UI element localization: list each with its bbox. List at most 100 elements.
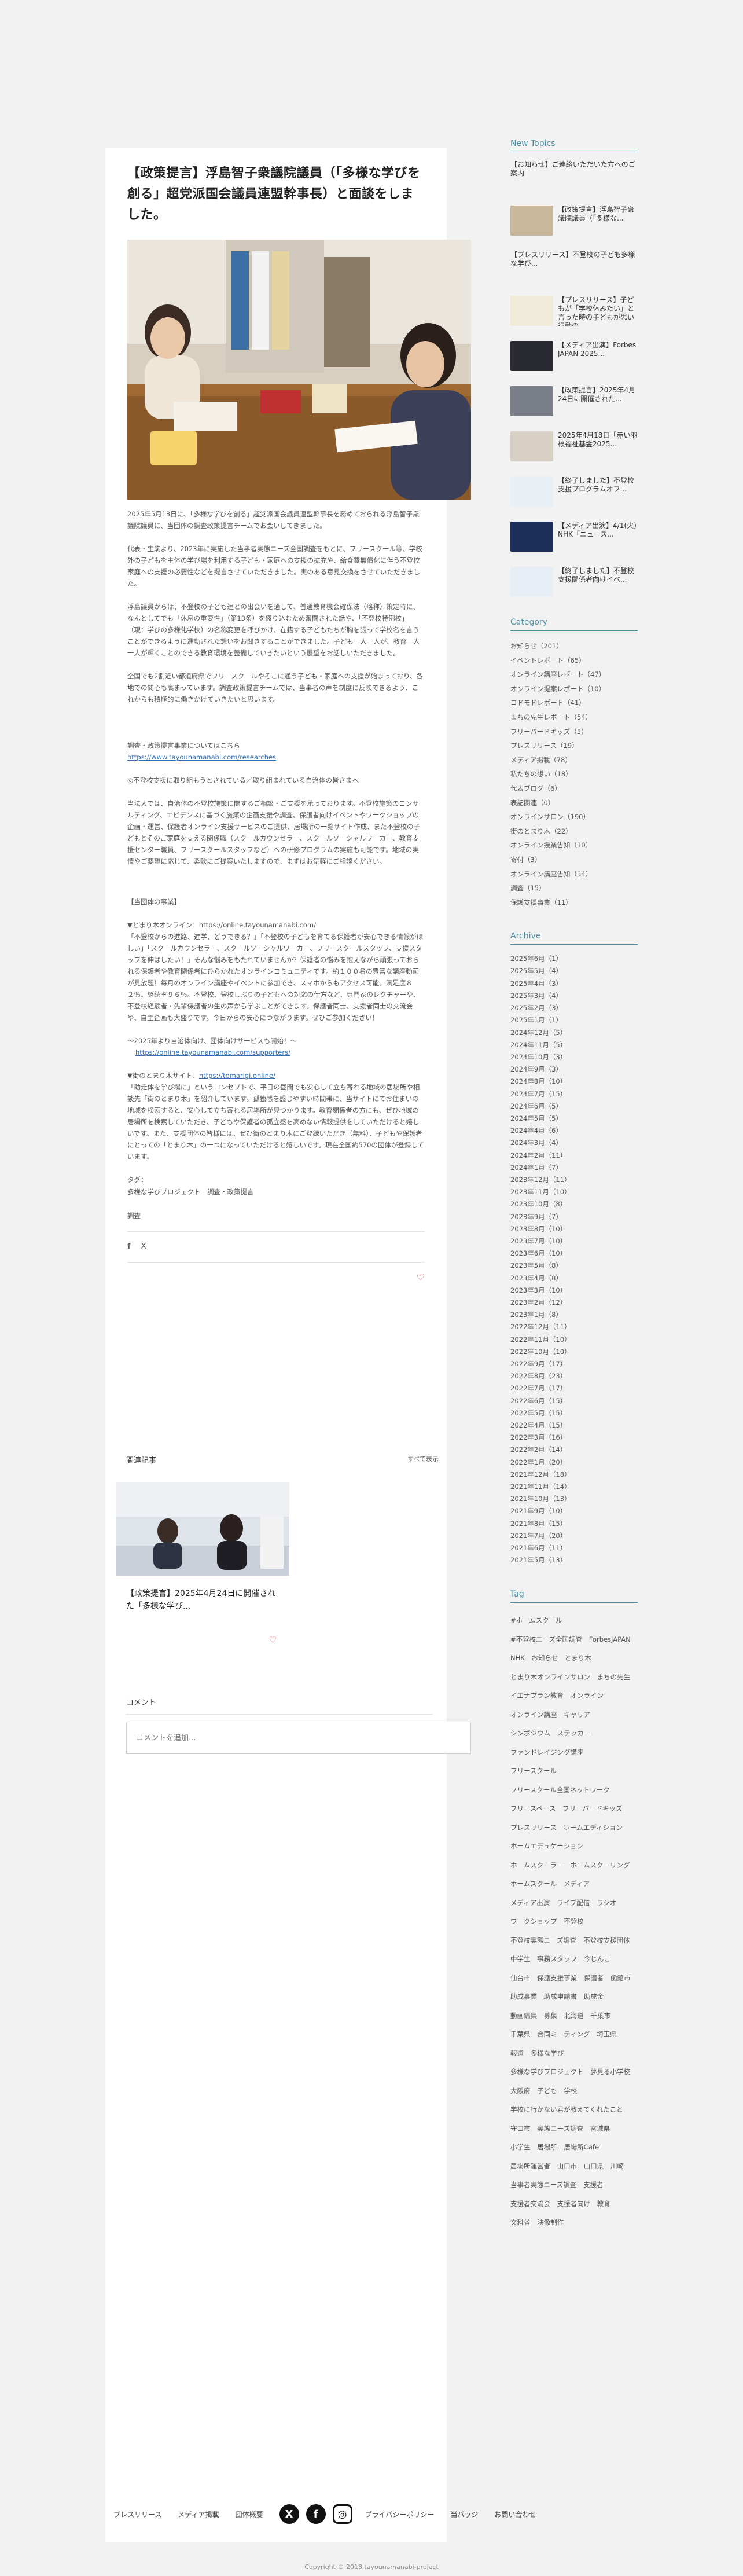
- category-item[interactable]: オンライン講座レポート（47）: [510, 667, 638, 682]
- news-item[interactable]: 【終了しました】不登校支援プログラムオフ...: [510, 476, 638, 509]
- category-item[interactable]: メディア掲載（78）: [510, 753, 638, 768]
- tag-item[interactable]: 不登校実態ニーズ調査: [510, 1936, 576, 1944]
- category-item[interactable]: オンラインサロン（190）: [510, 810, 638, 824]
- archive-item[interactable]: 2021年12月（18）: [510, 1469, 638, 1481]
- tag-item[interactable]: 合同ミーティング: [537, 2030, 590, 2038]
- footer-badge-link[interactable]: 当バッジ: [450, 2509, 478, 2519]
- archive-item[interactable]: 2022年11月（10）: [510, 1334, 638, 1346]
- archive-item[interactable]: 2021年5月（13）: [510, 1554, 638, 1566]
- tag-item[interactable]: NHK: [510, 1654, 525, 1662]
- tag-item[interactable]: とまり木オンラインサロン: [510, 1673, 590, 1681]
- footer-link-media[interactable]: メディア掲載: [178, 2509, 219, 2519]
- tag-item[interactable]: プレスリリース: [510, 1823, 557, 1832]
- tag-item[interactable]: 山口県: [584, 2162, 604, 2170]
- tag-item[interactable]: 函館市: [610, 1974, 631, 1982]
- category-item[interactable]: イベントレポート（65）: [510, 654, 638, 668]
- tag-item[interactable]: フリーバードキッズ: [562, 1804, 622, 1812]
- tag-item[interactable]: メディア: [564, 1880, 590, 1888]
- archive-item[interactable]: 2023年2月（12）: [510, 1297, 638, 1309]
- news-item[interactable]: 2025年4月18日「赤い羽根福祉基金2025...: [510, 431, 638, 464]
- footer-privacy-link[interactable]: プライバシーポリシー: [365, 2509, 435, 2519]
- archive-item[interactable]: 2022年3月（16）: [510, 1432, 638, 1444]
- category-item[interactable]: 代表ブログ（6）: [510, 781, 638, 796]
- x-icon[interactable]: X: [279, 2504, 299, 2524]
- archive-item[interactable]: 2023年10月（8）: [510, 1198, 638, 1210]
- archive-item[interactable]: 2024年12月（5）: [510, 1027, 638, 1039]
- category-item[interactable]: 寄付（3）: [510, 853, 638, 867]
- category-item[interactable]: プレスリリース（19）: [510, 739, 638, 753]
- archive-item[interactable]: 2023年8月（10）: [510, 1223, 638, 1235]
- tag-item[interactable]: フリースクール: [510, 1767, 557, 1775]
- tag-item[interactable]: 山口市: [557, 2162, 578, 2170]
- tag-item[interactable]: フリースクール全国ネットワーク: [510, 1786, 610, 1794]
- category-item[interactable]: オンライン講座告知（34）: [510, 867, 638, 882]
- archive-item[interactable]: 2022年10月（10）: [510, 1346, 638, 1358]
- archive-item[interactable]: 2023年3月（10）: [510, 1285, 638, 1297]
- tag-item[interactable]: 助成申請書: [544, 1992, 578, 2001]
- tag-item[interactable]: 支援者交流会: [510, 2200, 550, 2208]
- news-item[interactable]: 【終了しました】不登校支援関係者向けイベ...: [510, 567, 638, 599]
- tag-item[interactable]: ホームスクーラー: [510, 1861, 564, 1869]
- footer-contact-link[interactable]: お問い合わせ: [494, 2509, 536, 2519]
- tag-item[interactable]: ホームエデュケーション: [510, 1842, 583, 1850]
- archive-item[interactable]: 2024年6月（5）: [510, 1100, 638, 1113]
- tag-item[interactable]: 埼玉県: [597, 2030, 617, 2038]
- service1-supporters-link[interactable]: https://online.tayounamanabi.com/support…: [135, 1048, 290, 1056]
- post-category[interactable]: 調査: [127, 1212, 141, 1220]
- archive-item[interactable]: 2021年9月（10）: [510, 1505, 638, 1517]
- tag-item[interactable]: 今じんこ: [584, 1955, 610, 1963]
- tag-item[interactable]: キャリア: [564, 1711, 590, 1719]
- tag-item[interactable]: お知らせ: [531, 1654, 558, 1662]
- service2-link[interactable]: https://tomarigi.online/: [199, 1072, 275, 1080]
- tag-item[interactable]: まちの先生: [597, 1673, 631, 1681]
- facebook-share-icon[interactable]: f: [127, 1241, 131, 1253]
- archive-item[interactable]: 2024年9月（3）: [510, 1063, 638, 1076]
- category-item[interactable]: 私たちの想い（18）: [510, 767, 638, 781]
- tag-item[interactable]: 不登校支援団体: [583, 1936, 630, 1944]
- archive-item[interactable]: 2025年1月（1）: [510, 1014, 638, 1026]
- tag-item[interactable]: オンライン講座: [510, 1711, 557, 1719]
- news-item[interactable]: 【政策提言】浮島智子衆議院議員（「多様な...: [510, 206, 638, 238]
- archive-item[interactable]: 2023年9月（7）: [510, 1211, 638, 1223]
- tag-item[interactable]: ワークショップ: [510, 1917, 557, 1925]
- tag-item[interactable]: シンポジウム: [510, 1729, 550, 1737]
- archive-item[interactable]: 2024年7月（15）: [510, 1088, 638, 1100]
- category-item[interactable]: フリーバードキッズ（5）: [510, 725, 638, 739]
- archive-item[interactable]: 2025年2月（3）: [510, 1002, 638, 1014]
- archive-item[interactable]: 2023年12月（11）: [510, 1174, 638, 1186]
- related-like-icon[interactable]: ♡: [269, 1635, 277, 1645]
- category-item[interactable]: 街のとまり木（22）: [510, 824, 638, 839]
- tag-item[interactable]: 不登校: [564, 1917, 584, 1925]
- archive-item[interactable]: 2022年1月（20）: [510, 1456, 638, 1469]
- tag-item[interactable]: 動画編集: [510, 2012, 537, 2020]
- tag-item[interactable]: 当事者実態ニーズ調査: [510, 2181, 576, 2189]
- tag-item[interactable]: 千葉市: [590, 2012, 610, 2020]
- tag-item[interactable]: #ホームスクール: [510, 1616, 562, 1624]
- tag-item[interactable]: 報道: [510, 2049, 524, 2057]
- news-item[interactable]: 【プレスリリース】不登校の子ども多様な学び...: [510, 251, 638, 283]
- archive-item[interactable]: 2023年1月（8）: [510, 1309, 638, 1321]
- category-item[interactable]: まちの先生レポート（54）: [510, 710, 638, 725]
- archive-item[interactable]: 2025年5月（4）: [510, 965, 638, 977]
- tag-item[interactable]: フリースペース: [510, 1804, 556, 1812]
- tag-item[interactable]: 小学生: [510, 2143, 531, 2151]
- tag-item[interactable]: 仙台市: [510, 1974, 531, 1982]
- news-item[interactable]: 【政策提言】2025年4月24日に開催された...: [510, 386, 638, 419]
- tag-item[interactable]: 学校: [564, 2087, 577, 2095]
- news-item[interactable]: 【プレスリリース】子どもが「学校休みたい」と言った時の子どもが思い行動の...: [510, 296, 638, 328]
- x-share-icon[interactable]: X: [141, 1241, 146, 1253]
- archive-item[interactable]: 2023年4月（8）: [510, 1272, 638, 1285]
- tag-item[interactable]: 大阪府: [510, 2087, 531, 2095]
- archive-item[interactable]: 2023年11月（10）: [510, 1186, 638, 1198]
- tag-item[interactable]: とまり木: [565, 1654, 591, 1662]
- tag-item[interactable]: 助成事業: [510, 1992, 537, 2001]
- archive-item[interactable]: 2025年3月（4）: [510, 990, 638, 1002]
- news-item[interactable]: 【メディア出演】Forbes JAPAN 2025...: [510, 341, 638, 373]
- category-item[interactable]: 保護支援事業（11）: [510, 896, 638, 910]
- tag-item[interactable]: ホームスクーリング: [570, 1861, 630, 1869]
- tag-item[interactable]: 多様な学びプロジェクト: [510, 2068, 584, 2076]
- archive-item[interactable]: 2024年5月（5）: [510, 1113, 638, 1125]
- tag-item[interactable]: ForbesJAPAN: [589, 1635, 631, 1643]
- archive-item[interactable]: 2023年6月（10）: [510, 1247, 638, 1260]
- category-item[interactable]: お知らせ（201）: [510, 639, 638, 654]
